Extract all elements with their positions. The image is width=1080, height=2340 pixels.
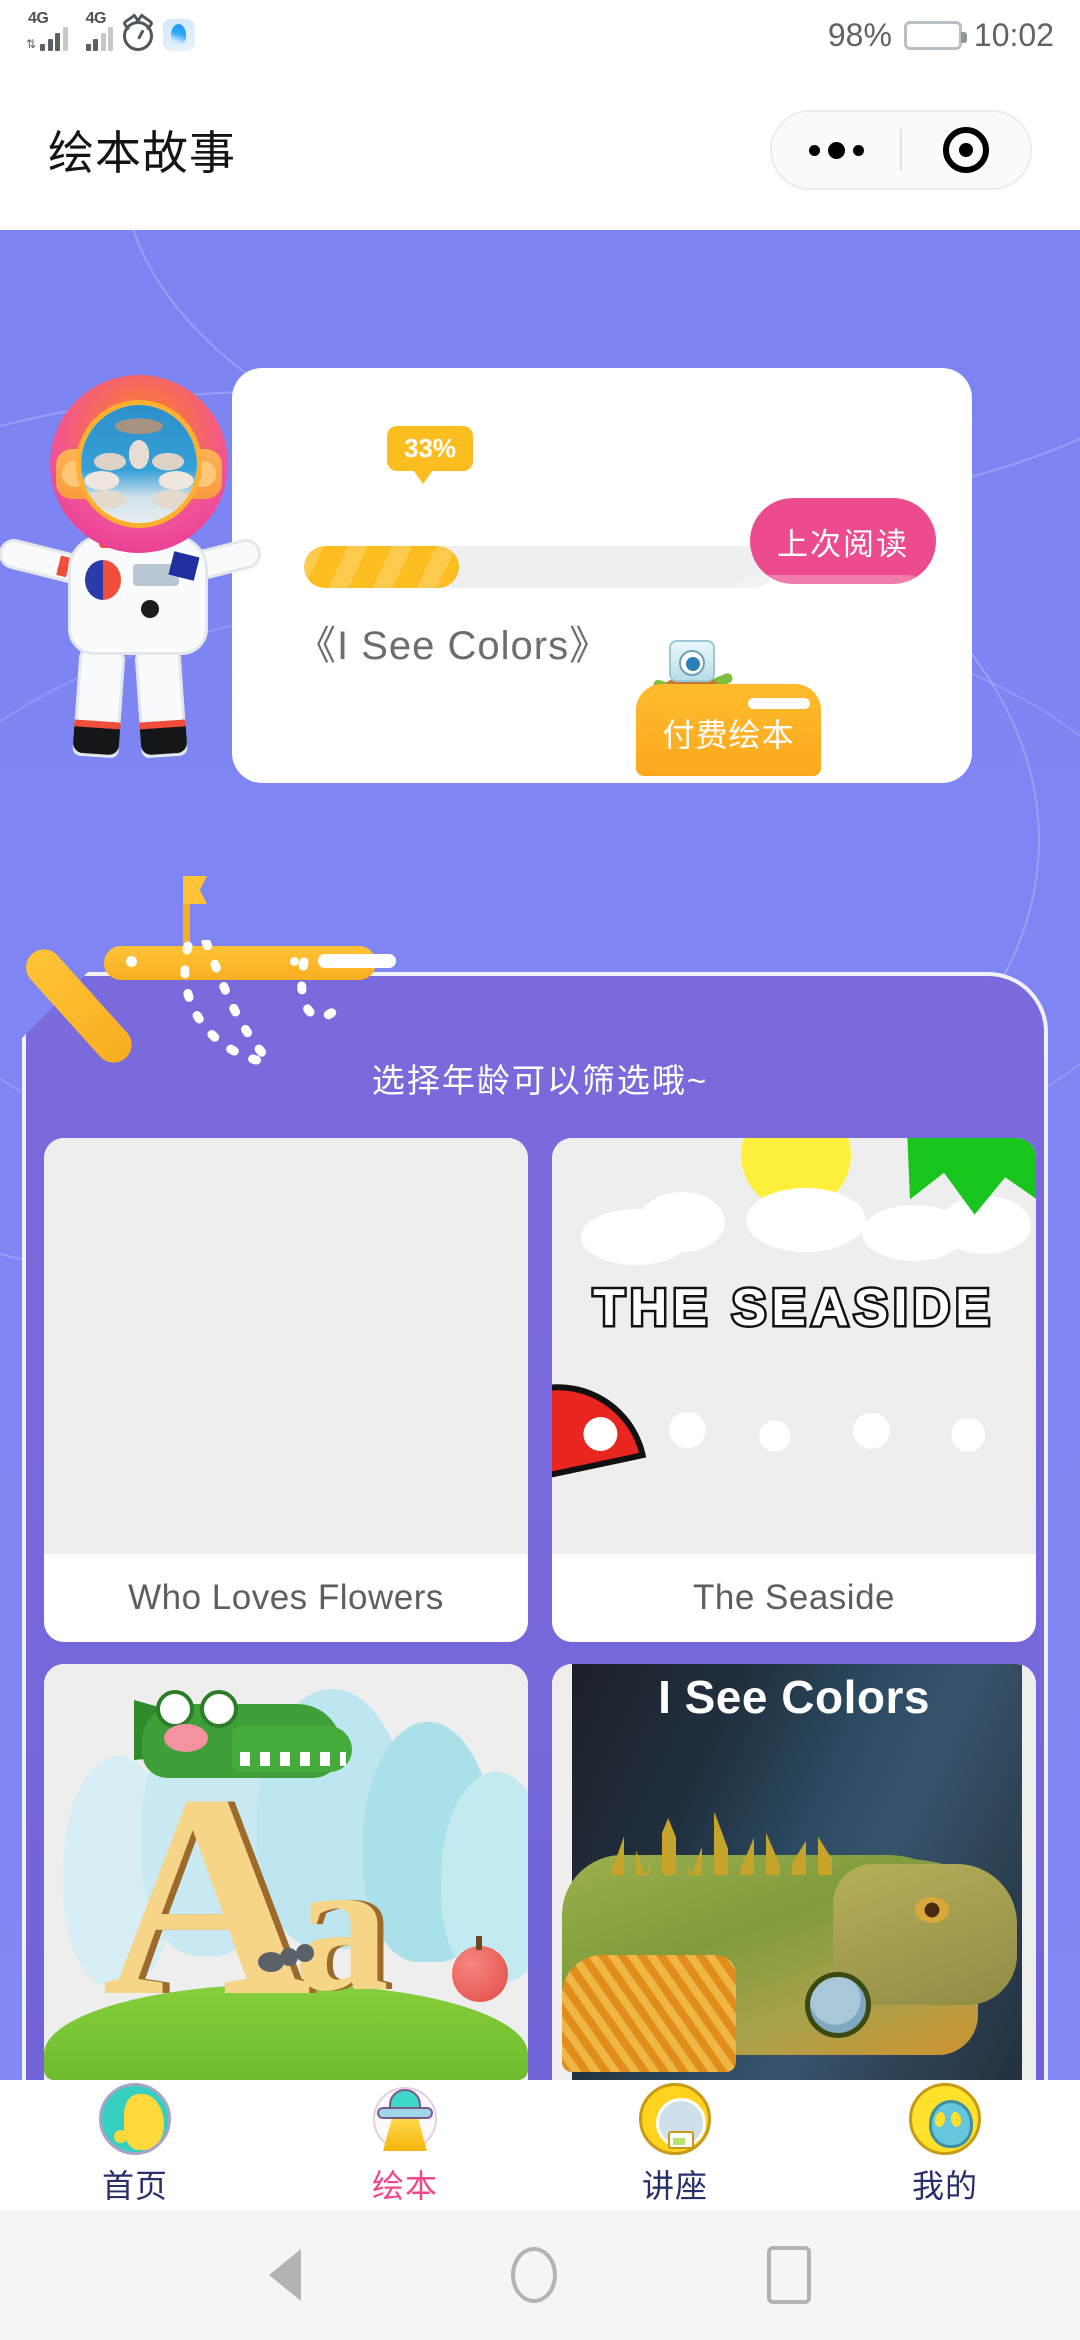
battery-percent: 98%	[827, 16, 892, 53]
space-helmet-icon	[639, 2083, 711, 2155]
nav-label-profile: 我的	[911, 2168, 978, 2204]
nav-item-home[interactable]: 首页	[0, 2083, 270, 2207]
books-grid: Who Loves Flowers THE SEASIDE The Seasid…	[44, 1138, 1036, 2080]
cloud-app-icon	[163, 19, 196, 51]
more-menu-button[interactable]	[772, 141, 900, 159]
age-filter-hint: 选择年龄可以筛选哦~	[371, 1062, 709, 1099]
search-label: 搜索	[776, 600, 846, 637]
book-card[interactable]: I See Colors I See Colors 2	[552, 1664, 1036, 2080]
astronaut-body	[68, 532, 208, 655]
book-cover-who-loves-flowers	[44, 1138, 528, 1554]
signal-4g-icon-2: 4G	[84, 11, 114, 51]
progress-fill	[304, 546, 460, 588]
yellow-ramp-decoration	[8, 888, 408, 1071]
nav-item-lectures[interactable]: 讲座	[540, 2083, 810, 2207]
network-type-2: 4G	[85, 10, 107, 27]
nav-label-home: 首页	[101, 2168, 168, 2204]
tab-paid-books-label: 付费绘本	[662, 717, 795, 753]
status-bar-right: 98% 10:02	[828, 17, 1054, 54]
signal-4g-icon: 4G ⇅	[26, 11, 68, 51]
planet-icon	[99, 2083, 171, 2155]
book-card[interactable]: THE SEASIDE The Seaside	[552, 1138, 1036, 1642]
book-card[interactable]: A a Aa	[44, 1664, 528, 2080]
target-circle-icon	[942, 127, 989, 173]
status-bar-left: 4G ⇅ 4G	[26, 11, 196, 51]
data-arrows-icon: ⇅	[26, 37, 36, 51]
book-title: The Seaside	[692, 1578, 896, 1617]
ufo-icon	[369, 2083, 441, 2155]
nav-label-lectures: 讲座	[641, 2168, 708, 2204]
tab-paid-books[interactable]: 付费绘本	[636, 684, 821, 776]
back-triangle-icon[interactable]	[269, 2249, 301, 2301]
nav-label-books: 绘本	[371, 2168, 438, 2204]
page-title: 绘本故事	[48, 127, 236, 179]
book-cover-text: I See Colors	[658, 1671, 930, 1723]
bottom-navigation: 首页 绘本 讲座 我的	[0, 2080, 1080, 2210]
battery-icon	[903, 20, 967, 50]
recents-square-icon[interactable]	[767, 2246, 811, 2304]
apple-icon	[452, 1936, 508, 2002]
category-tabs: 付费绘本 免费绘本	[0, 640, 1080, 776]
helmet-visor-photo	[76, 400, 202, 528]
book-title: Who Loves Flowers	[128, 1578, 444, 1617]
progress-track	[304, 546, 774, 588]
clock-time: 10:02	[973, 16, 1054, 53]
hero-section: 33% 《I See Colors》 上次阅读 搜索 付费绘本 免费绘本 选择年…	[0, 230, 1080, 2080]
app-header: 绘本故事	[0, 70, 1080, 230]
more-dots-icon	[808, 141, 864, 159]
book-cover-i-see-colors-2: I See Colors	[552, 1664, 1036, 2080]
book-cover-aa: A a	[44, 1664, 528, 2080]
search-icon	[860, 599, 894, 633]
dashed-arrow-decoration	[168, 937, 408, 1070]
alarm-icon	[123, 21, 154, 51]
book-cover-the-seaside: THE SEASIDE	[552, 1138, 1036, 1554]
alien-face-icon	[909, 2083, 981, 2155]
tab-free-books-label: 免费绘本	[838, 711, 971, 747]
progress-percent-badge: 33%	[387, 426, 474, 484]
astronaut-helmet	[50, 375, 228, 553]
tab-free-books[interactable]: 免费绘本	[838, 704, 970, 750]
close-miniprogram-button[interactable]	[902, 127, 1030, 173]
book-cover-text: THE SEASIDE	[591, 1277, 995, 1340]
search-button[interactable]: 搜索	[724, 575, 946, 657]
miniprogram-capsule[interactable]	[770, 110, 1032, 190]
book-card[interactable]: Who Loves Flowers	[44, 1138, 528, 1642]
nav-item-profile[interactable]: 我的	[810, 2083, 1080, 2207]
alligator-icon	[134, 1690, 352, 1798]
ant-icon	[258, 1942, 316, 1984]
android-navigation-bar	[0, 2210, 1080, 2340]
network-type-1: 4G	[28, 10, 49, 27]
status-bar: 4G ⇅ 4G 98% 10:02	[0, 0, 1080, 70]
home-circle-icon[interactable]	[511, 2247, 557, 2303]
continue-reading-button[interactable]: 上次阅读	[750, 498, 936, 584]
nav-item-books[interactable]: 绘本	[270, 2083, 540, 2207]
